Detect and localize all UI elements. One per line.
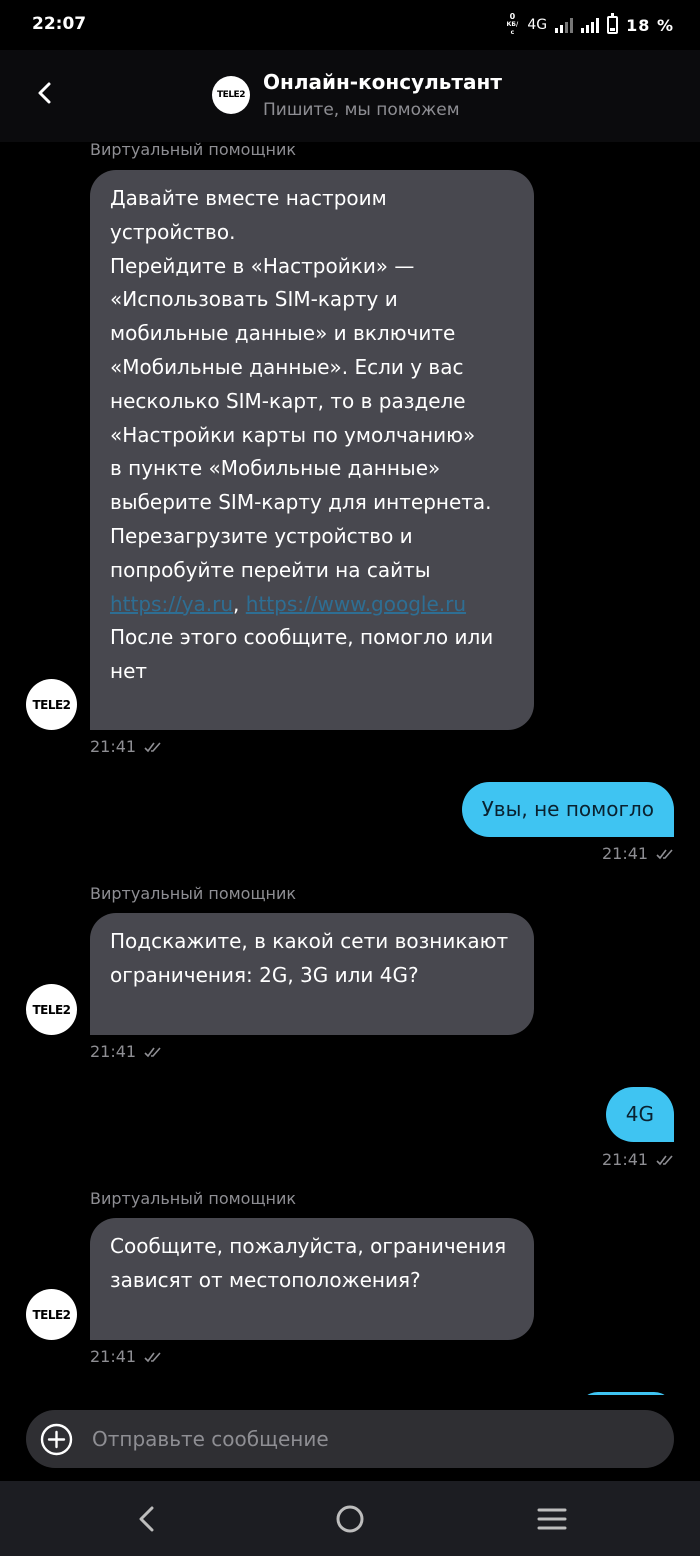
nav-home-button[interactable] — [333, 1502, 367, 1536]
signal-sim1-icon — [555, 17, 574, 33]
read-ticks-icon — [656, 1154, 673, 1165]
bot-avatar: TELE2 — [26, 1289, 77, 1340]
message-time: 21:41 — [602, 1150, 649, 1169]
message-time: 21:41 — [90, 1347, 137, 1366]
read-ticks-icon — [144, 1046, 161, 1057]
read-ticks-icon — [144, 741, 161, 752]
network-type: 4G — [527, 17, 548, 33]
system-nav-bar — [0, 1481, 700, 1556]
chat-header: TELE2 Онлайн-консультант Пишите, мы помо… — [0, 50, 700, 142]
plus-circle-icon — [40, 1423, 73, 1456]
battery-icon — [607, 13, 619, 34]
bot-message-bubble[interactable]: Подскажите, в какой сети возникают огран… — [90, 913, 534, 1035]
sender-name: Виртуальный помощник — [90, 884, 297, 903]
bot-message-bubble[interactable]: Давайте вместе настроим устройство. Пере… — [90, 170, 534, 730]
sender-name: Виртуальный помощник — [90, 1189, 297, 1208]
message-composer — [26, 1410, 674, 1468]
message-meta: 21:41 — [602, 844, 674, 863]
network-speed-unit: КБ/с — [506, 21, 519, 36]
message-meta: 21:41 — [90, 737, 162, 756]
back-button[interactable] — [30, 78, 60, 108]
read-ticks-icon — [656, 848, 673, 859]
tele2-logo: TELE2 — [212, 76, 250, 114]
message-meta: 21:41 — [90, 1347, 162, 1366]
network-speed: 0 КБ/с — [505, 13, 519, 37]
nav-menu-button[interactable] — [535, 1502, 569, 1536]
message-time: 21:41 — [602, 844, 649, 863]
message-time: 21:41 — [90, 1042, 137, 1061]
clock: 22:07 — [32, 14, 87, 34]
chevron-left-icon — [38, 82, 51, 104]
page-subtitle: Пишите, мы поможем — [263, 100, 460, 120]
status-icons: 0 КБ/с 4G 18 % — [505, 13, 674, 37]
message-input[interactable] — [90, 1410, 660, 1468]
link-google[interactable]: https://www.google.ru — [246, 592, 466, 616]
user-message-bubble-partial[interactable] — [578, 1392, 674, 1395]
sender-name: Виртуальный помощник — [90, 142, 297, 159]
message-meta: 21:41 — [602, 1150, 674, 1169]
nav-home-icon — [336, 1505, 364, 1533]
bot-avatar: TELE2 — [26, 984, 77, 1035]
message-text: Давайте вместе настроим устройство. Пере… — [110, 186, 492, 582]
bot-message-bubble[interactable]: Сообщите, пожалуйста, ограничения завися… — [90, 1218, 534, 1340]
user-message-bubble[interactable]: Увы, не помогло — [461, 782, 674, 837]
page-title: Онлайн-консультант — [263, 70, 502, 94]
battery-percent: 18 % — [626, 15, 674, 35]
message-meta: 21:41 — [90, 1042, 162, 1061]
menu-lines-icon — [537, 1508, 567, 1530]
nav-back-button[interactable] — [131, 1502, 165, 1536]
signal-sim2-icon — [581, 17, 600, 33]
network-speed-value: 0 — [509, 12, 516, 21]
status-bar: 22:07 0 КБ/с 4G 18 % — [0, 0, 700, 50]
read-ticks-icon — [144, 1351, 161, 1362]
chat-list[interactable]: Виртуальный помощник Давайте вместе наст… — [0, 142, 700, 1395]
user-message-bubble[interactable]: 4G — [605, 1087, 674, 1142]
nav-back-icon — [139, 1506, 154, 1532]
message-text: После этого сообщите, помогло или нет — [110, 625, 494, 684]
link-separator: , — [233, 591, 246, 616]
attach-button[interactable] — [40, 1423, 73, 1456]
message-time: 21:41 — [90, 737, 137, 756]
link-ya[interactable]: https://ya.ru — [110, 592, 233, 616]
bot-avatar: TELE2 — [26, 679, 77, 730]
